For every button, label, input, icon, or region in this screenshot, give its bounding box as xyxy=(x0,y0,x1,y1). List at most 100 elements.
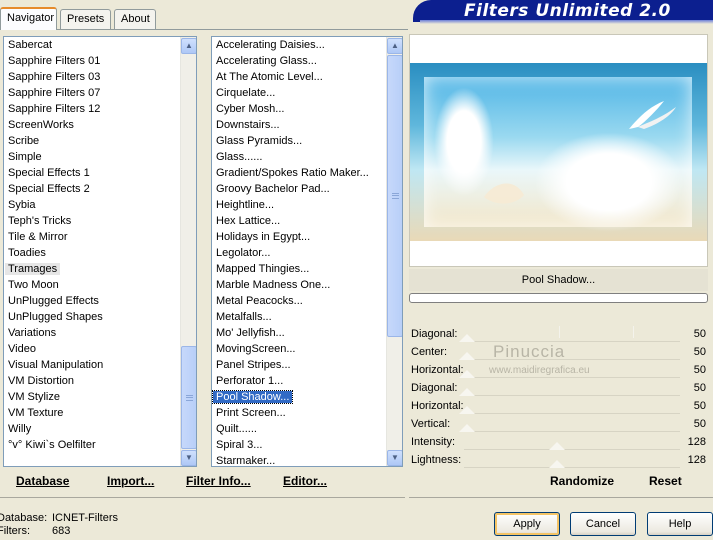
scroll-thumb[interactable] xyxy=(181,346,196,449)
category-item[interactable]: Sybia xyxy=(4,197,196,213)
scroll-up-icon[interactable]: ▲ xyxy=(181,38,196,54)
filter-scrollbar[interactable]: ▲ ▼ xyxy=(386,37,402,466)
filter-item[interactable]: Downstairs... xyxy=(212,117,402,133)
slider-knob[interactable] xyxy=(459,352,475,360)
database-button[interactable]: Database xyxy=(16,474,69,488)
scroll-down-icon[interactable]: ▼ xyxy=(181,450,196,466)
filter-item[interactable]: Mo' Jellyfish... xyxy=(212,325,402,341)
category-item[interactable]: Scribe xyxy=(4,133,196,149)
category-item[interactable]: Tramages xyxy=(4,261,196,277)
parameter-value: 50 xyxy=(693,418,706,430)
parameter-row[interactable]: Vertical: 50 xyxy=(409,415,708,433)
slider-track[interactable] xyxy=(464,467,680,468)
tab-presets[interactable]: Presets xyxy=(60,9,111,29)
apply-button[interactable]: Apply xyxy=(494,512,560,536)
category-item[interactable]: UnPlugged Shapes xyxy=(4,309,196,325)
filter-item[interactable]: At The Atomic Level... xyxy=(212,69,402,85)
category-item[interactable]: ScreenWorks xyxy=(4,117,196,133)
scroll-up-icon[interactable]: ▲ xyxy=(387,38,402,54)
randomize-button[interactable]: Randomize xyxy=(550,474,614,488)
filter-item[interactable]: Cyber Mosh... xyxy=(212,101,402,117)
slider-knob[interactable] xyxy=(459,406,475,414)
category-item[interactable]: Sapphire Filters 12 xyxy=(4,101,196,117)
slider-knob[interactable] xyxy=(459,424,475,432)
category-item[interactable]: Toadies xyxy=(4,245,196,261)
category-item[interactable]: Special Effects 2 xyxy=(4,181,196,197)
filter-item[interactable]: Gradient/Spokes Ratio Maker... xyxy=(212,165,402,181)
category-list[interactable]: Sabercat Sapphire Filters 01 Sapphire Filt… xyxy=(3,36,197,467)
category-item[interactable]: VM Distortion xyxy=(4,373,196,389)
slider-knob[interactable] xyxy=(549,460,565,468)
filter-item[interactable]: Legolator... xyxy=(212,245,402,261)
slider-track[interactable] xyxy=(464,395,680,396)
slider-knob[interactable] xyxy=(459,388,475,396)
category-item[interactable]: Simple xyxy=(4,149,196,165)
slider-track[interactable] xyxy=(464,377,680,378)
tab-about[interactable]: About xyxy=(114,9,156,29)
category-label: Sapphire Filters 12 xyxy=(8,103,101,115)
filter-item[interactable]: Hex Lattice... xyxy=(212,213,402,229)
filter-item[interactable]: Print Screen... xyxy=(212,405,402,421)
parameter-row[interactable]: Lightness: 128 xyxy=(409,451,708,469)
parameter-row[interactable]: Horizontal: 50 xyxy=(409,397,708,415)
filter-item[interactable]: Marble Madness One... xyxy=(212,277,402,293)
category-item[interactable]: Sapphire Filters 07 xyxy=(4,85,196,101)
parameter-row[interactable]: Diagonal: 50 xyxy=(409,325,708,343)
category-item[interactable]: Sabercat xyxy=(4,37,196,53)
slider-track[interactable] xyxy=(464,413,680,414)
filter-item[interactable]: Cirquelate... xyxy=(212,85,402,101)
filter-list[interactable]: Accelerating Daisies... Accelerating Glas… xyxy=(211,36,403,467)
category-item[interactable]: Willy xyxy=(4,421,196,437)
filter-item[interactable]: Metal Peacocks... xyxy=(212,293,402,309)
filter-item[interactable]: Pool Shadow... xyxy=(212,389,402,405)
parameter-value: 50 xyxy=(693,328,706,340)
filter-item[interactable]: Glass...... xyxy=(212,149,402,165)
filter-item[interactable]: Panel Stripes... xyxy=(212,357,402,373)
category-item[interactable]: Two Moon xyxy=(4,277,196,293)
category-item[interactable]: UnPlugged Effects xyxy=(4,293,196,309)
filter-item[interactable]: Holidays in Egypt... xyxy=(212,229,402,245)
category-item[interactable]: Video xyxy=(4,341,196,357)
filter-item[interactable]: Accelerating Daisies... xyxy=(212,37,402,53)
slider-knob[interactable] xyxy=(459,370,475,378)
category-item[interactable]: VM Stylize xyxy=(4,389,196,405)
reset-button[interactable]: Reset xyxy=(649,474,682,488)
cancel-button[interactable]: Cancel xyxy=(570,512,636,536)
category-item[interactable]: Teph's Tricks xyxy=(4,213,196,229)
filter-item[interactable]: Heightline... xyxy=(212,197,402,213)
category-scrollbar[interactable]: ▲ ▼ xyxy=(180,37,196,466)
category-label: Sabercat xyxy=(8,39,53,51)
category-item[interactable]: Variations xyxy=(4,325,196,341)
slider-knob[interactable] xyxy=(549,442,565,450)
scroll-down-icon[interactable]: ▼ xyxy=(387,450,402,466)
filter-item[interactable]: Perforator 1... xyxy=(212,373,402,389)
category-item[interactable]: °v° Kiwi`s Oelfilter xyxy=(4,437,196,453)
category-item[interactable]: Sapphire Filters 01 xyxy=(4,53,196,69)
parameter-row[interactable]: Diagonal: 50 xyxy=(409,379,708,397)
filter-item[interactable]: MovingScreen... xyxy=(212,341,402,357)
filter-item[interactable]: Quilt...... xyxy=(212,421,402,437)
slider-track[interactable] xyxy=(464,449,680,450)
filter-item[interactable]: Accelerating Glass... xyxy=(212,53,402,69)
editor-button[interactable]: Editor... xyxy=(283,474,327,488)
filter-item[interactable]: Starmaker... xyxy=(212,453,402,466)
parameter-row[interactable]: Intensity: 128 xyxy=(409,433,708,451)
category-item[interactable]: VM Texture xyxy=(4,405,196,421)
slider-track[interactable] xyxy=(464,431,680,432)
filter-item[interactable]: Mapped Thingies... xyxy=(212,261,402,277)
filter-item[interactable]: Metalfalls... xyxy=(212,309,402,325)
filter-info-button[interactable]: Filter Info... xyxy=(186,474,251,488)
filter-item[interactable]: Spiral 3... xyxy=(212,437,402,453)
category-item[interactable]: Visual Manipulation xyxy=(4,357,196,373)
slider-knob[interactable] xyxy=(459,334,475,342)
help-button[interactable]: Help xyxy=(647,512,713,536)
import-button[interactable]: Import... xyxy=(107,474,154,488)
scroll-thumb[interactable] xyxy=(387,55,402,337)
parameter-value: 128 xyxy=(687,454,706,466)
category-item[interactable]: Tile & Mirror xyxy=(4,229,196,245)
tab-navigator[interactable]: Navigator xyxy=(0,7,57,30)
category-item[interactable]: Sapphire Filters 03 xyxy=(4,69,196,85)
filter-item[interactable]: Glass Pyramids... xyxy=(212,133,402,149)
category-item[interactable]: Special Effects 1 xyxy=(4,165,196,181)
filter-item[interactable]: Groovy Bachelor Pad... xyxy=(212,181,402,197)
